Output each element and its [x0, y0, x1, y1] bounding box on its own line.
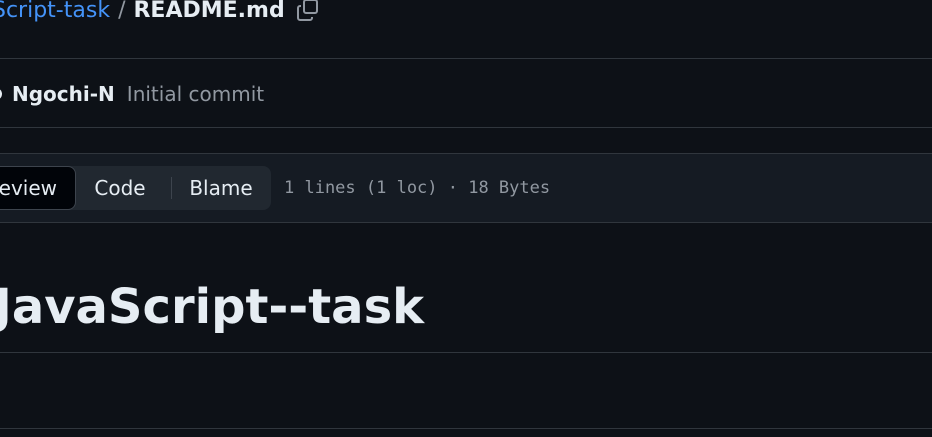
- file-info: 1 lines (1 loc) · 18 Bytes: [284, 178, 551, 198]
- tab-blame[interactable]: Blame: [174, 166, 268, 210]
- segment-divider: [171, 177, 172, 199]
- tab-code[interactable]: Code: [80, 166, 160, 210]
- heading-underline: [0, 352, 932, 353]
- divider: [0, 153, 932, 154]
- divider: [0, 428, 932, 429]
- divider: [0, 222, 932, 223]
- divider: [0, 127, 932, 128]
- view-mode-segmented-control: eview Code Blame: [0, 166, 271, 210]
- file-view-page: Script-task / README.md Ngochi-N Initial…: [0, 0, 932, 437]
- commit-author-link[interactable]: Ngochi-N: [12, 82, 115, 106]
- breadcrumb-repo-link[interactable]: Script-task: [0, 0, 110, 23]
- divider: [0, 58, 932, 59]
- copy-icon: [296, 0, 318, 21]
- readme-heading: JavaScript--task: [0, 279, 425, 335]
- breadcrumb: Script-task / README.md: [0, 0, 321, 26]
- breadcrumb-file-name: README.md: [133, 0, 285, 23]
- breadcrumb-separator: /: [118, 0, 126, 23]
- tab-preview[interactable]: eview: [0, 166, 76, 210]
- latest-commit: Ngochi-N Initial commit: [0, 76, 264, 112]
- copy-path-button[interactable]: [295, 0, 321, 23]
- commit-message-link[interactable]: Initial commit: [127, 82, 264, 106]
